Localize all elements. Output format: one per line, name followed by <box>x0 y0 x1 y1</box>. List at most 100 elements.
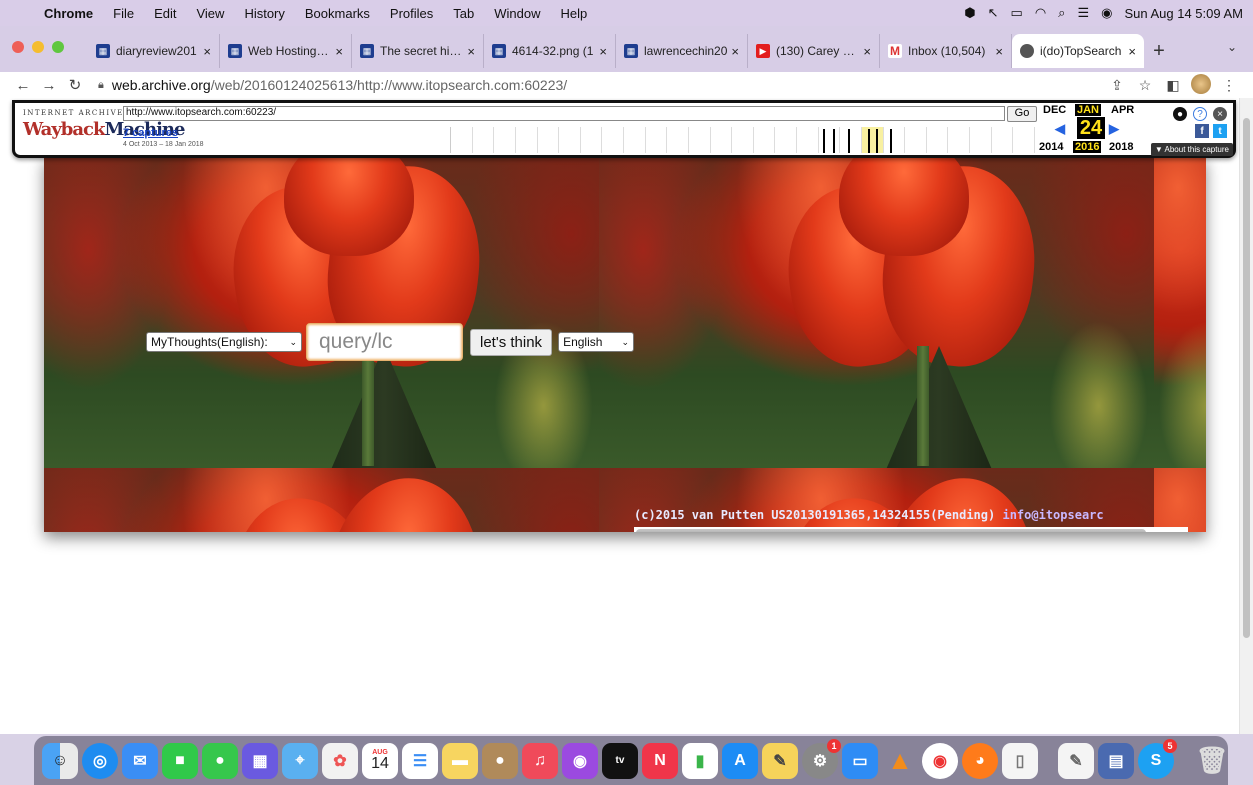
sparkline-year[interactable] <box>754 127 776 153</box>
sparkline-year[interactable] <box>689 127 711 153</box>
more-menu-icon[interactable]: ⋮ <box>1215 77 1243 94</box>
new-tab-button[interactable]: + <box>1144 34 1174 68</box>
sparkline-year[interactable] <box>451 127 473 153</box>
contacts-icon[interactable]: ● <box>482 742 518 779</box>
spotlight-search-icon[interactable]: ⌕ <box>1058 5 1065 21</box>
share-icon[interactable]: ⇪ <box>1103 77 1131 94</box>
news-icon[interactable]: N <box>642 742 678 779</box>
shield-icon[interactable]: ⬢ <box>964 5 975 21</box>
launchpad-icon[interactable]: ▦ <box>242 742 278 779</box>
sparkline-year[interactable] <box>538 127 560 153</box>
next-year-link[interactable]: 2018 <box>1109 141 1133 153</box>
query-input[interactable]: query/lc <box>306 323 463 361</box>
reminders-icon[interactable]: ☰ <box>402 742 438 779</box>
textedit-icon[interactable]: ✎ <box>1058 742 1094 779</box>
tab-web-hosting[interactable]: ▦ Web Hosting, D × <box>220 34 352 68</box>
menu-tab[interactable]: Tab <box>443 6 484 21</box>
side-panel-icon[interactable]: ◧ <box>1159 77 1187 94</box>
tab-secret-history[interactable]: ▦ The secret histo × <box>352 34 484 68</box>
menu-profiles[interactable]: Profiles <box>380 6 443 21</box>
chrome-icon[interactable]: ◉ <box>922 742 958 779</box>
menu-view[interactable]: View <box>186 6 234 21</box>
prev-year-link[interactable]: 2014 <box>1039 141 1063 153</box>
close-tab-icon[interactable]: × <box>731 44 739 59</box>
tab-search-chevron-icon[interactable]: ⌄ <box>1227 40 1237 54</box>
capture-sparkline[interactable] <box>450 127 1035 153</box>
mode-select[interactable]: MyThoughts(English): ⌄ <box>146 332 302 352</box>
podcasts-icon[interactable]: ◉ <box>562 742 598 779</box>
sparkline-year[interactable] <box>602 127 624 153</box>
language-select[interactable]: English ⌄ <box>558 332 635 352</box>
sparkline-year[interactable] <box>970 127 992 153</box>
prev-capture-arrow-icon[interactable]: ◀ <box>1055 121 1065 137</box>
lets-think-button[interactable]: let's think <box>470 328 553 356</box>
keynote-icon[interactable]: ▭ <box>842 742 878 779</box>
vlc-icon[interactable]: ▲ <box>882 743 918 779</box>
apple-tv-icon[interactable]: tv <box>602 742 638 779</box>
tab-4614-png[interactable]: ▦ 4614-32.png (1 × <box>484 34 616 68</box>
sparkline-year[interactable] <box>775 127 797 153</box>
sparkline-year[interactable] <box>667 127 689 153</box>
address-bar[interactable]: 🔒︎ web.archive.org/web/20160124025613/ht… <box>88 74 1103 96</box>
sparkline-year[interactable] <box>473 127 495 153</box>
sparkline-year[interactable] <box>581 127 603 153</box>
next-capture-arrow-icon[interactable]: ▶ <box>1109 121 1119 137</box>
menu-bookmarks[interactable]: Bookmarks <box>295 6 380 21</box>
sparkline-year[interactable] <box>819 127 841 153</box>
document-icon[interactable]: ▯ <box>1002 742 1038 779</box>
menu-file[interactable]: File <box>103 6 144 21</box>
help-icon[interactable]: ? <box>1193 107 1207 121</box>
photos-icon[interactable]: ✿ <box>322 742 358 779</box>
trash-icon[interactable]: 🗑︎ <box>1194 743 1230 779</box>
pages-icon[interactable]: ✎ <box>762 742 798 779</box>
sparkline-year[interactable] <box>884 127 906 153</box>
cursor-icon[interactable]: ↖ <box>988 5 999 21</box>
menu-edit[interactable]: Edit <box>144 6 186 21</box>
firefox-icon[interactable]: ◕ <box>962 742 998 779</box>
wifi-icon[interactable]: ◠ <box>1035 5 1046 21</box>
sparkline-year[interactable] <box>840 127 862 153</box>
close-tab-icon[interactable]: × <box>863 44 871 59</box>
twitter-icon[interactable]: t <box>1213 124 1227 138</box>
menu-app-name[interactable]: Chrome <box>34 6 103 21</box>
sparkline-year[interactable] <box>992 127 1014 153</box>
page-scrollbar[interactable] <box>1239 98 1253 734</box>
sparkline-year[interactable] <box>948 127 970 153</box>
close-window-button[interactable] <box>12 41 24 53</box>
user-icon[interactable]: ● <box>1173 107 1187 121</box>
menubar-clock[interactable]: Sun Aug 14 5:09 AM <box>1124 6 1243 21</box>
safari-icon[interactable]: ◎ <box>82 742 118 779</box>
sparkline-year[interactable] <box>732 127 754 153</box>
finder-icon[interactable]: ☺ <box>42 742 78 779</box>
profile-avatar[interactable] <box>1187 73 1215 97</box>
tab-lawrencechin[interactable]: ▦ lawrencechin20 × <box>616 34 748 68</box>
contact-email-link[interactable]: info@itopsearc <box>1002 508 1103 522</box>
music-icon[interactable]: ♫ <box>522 742 558 779</box>
close-tab-icon[interactable]: × <box>335 44 343 59</box>
tab-youtube[interactable]: ▶ (130) Carey We × <box>748 34 880 68</box>
sparkline-year[interactable] <box>905 127 927 153</box>
sparkline-year[interactable] <box>646 127 668 153</box>
wayback-go-button[interactable]: Go <box>1007 106 1037 122</box>
mail-icon[interactable]: ✉ <box>122 742 158 779</box>
wayback-url-input[interactable]: http://www.itopsearch.com:60223/ <box>123 106 1005 121</box>
menu-help[interactable]: Help <box>551 6 598 21</box>
tab-diaryreview[interactable]: ▦ diaryreview201 × <box>88 34 220 68</box>
back-arrow-icon[interactable]: ← <box>10 77 36 94</box>
about-capture-button[interactable]: ▼ About this capture <box>1150 143 1233 156</box>
scrollbar-thumb[interactable] <box>1243 118 1250 638</box>
preview-icon[interactable]: ▤ <box>1098 742 1134 779</box>
close-tab-icon[interactable]: × <box>599 44 607 59</box>
bookmark-star-icon[interactable]: ☆ <box>1131 77 1159 94</box>
reload-icon[interactable]: ↻ <box>62 76 88 94</box>
sparkline-year[interactable] <box>711 127 733 153</box>
close-tab-icon[interactable]: × <box>203 44 211 59</box>
sparkline-year[interactable] <box>624 127 646 153</box>
sparkline-year-current[interactable] <box>861 127 884 153</box>
messages-icon[interactable]: ● <box>202 742 238 779</box>
facebook-icon[interactable]: f <box>1195 124 1209 138</box>
sparkline-year[interactable] <box>559 127 581 153</box>
notes-icon[interactable]: ▬ <box>442 742 478 779</box>
app-store-icon[interactable]: A <box>722 742 758 779</box>
sparkline-year[interactable] <box>494 127 516 153</box>
